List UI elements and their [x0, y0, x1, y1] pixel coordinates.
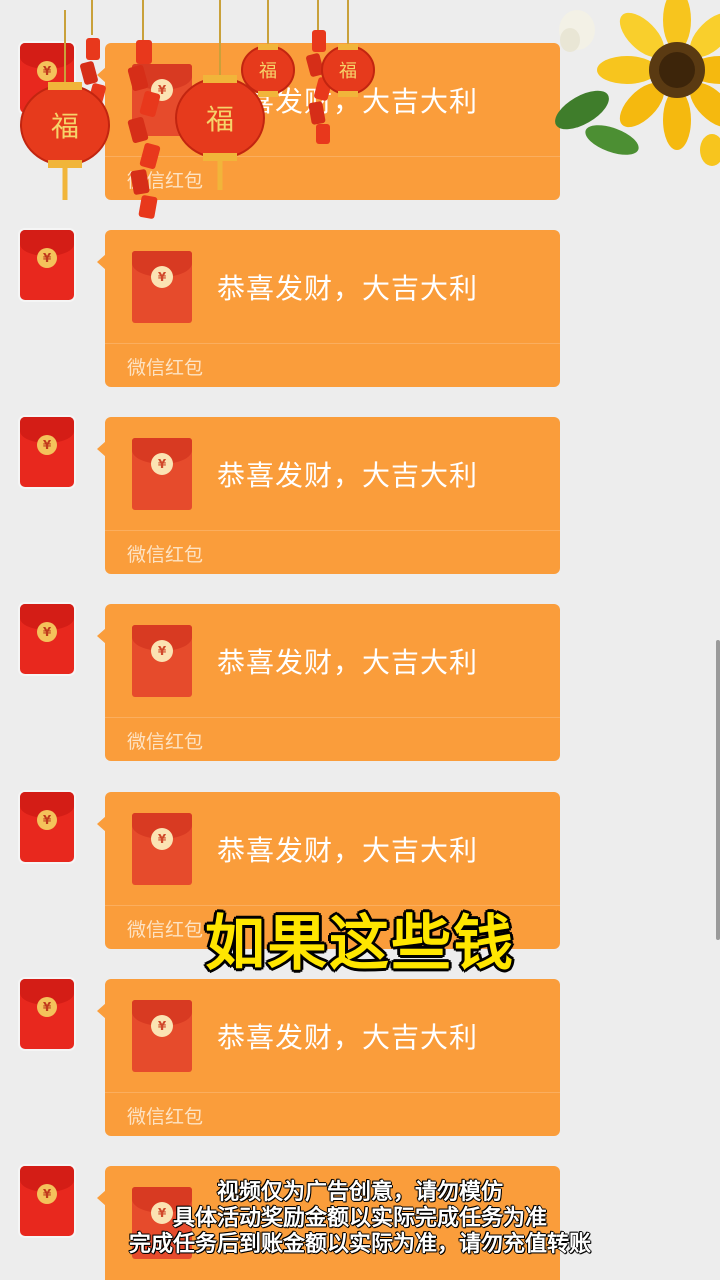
red-packet-bubble[interactable]: ¥ 恭喜发财，大吉大利 微信红包 [97, 979, 560, 1136]
red-packet-greeting: 恭喜发财，大吉大利 [217, 1021, 479, 1054]
coin-icon: ¥ [37, 810, 57, 830]
divider [105, 1092, 560, 1093]
firecracker-icon [127, 40, 161, 219]
disclaimer-line: 完成任务后到账金额以实际为准，请勿充值转账 [128, 1232, 591, 1257]
coin-icon: ¥ [151, 453, 173, 475]
red-packet-label: 微信红包 [127, 731, 204, 753]
chat-message: ¥ ¥ 恭喜发财，大吉大利 微信红包 [0, 979, 720, 1139]
red-envelope-avatar[interactable]: ¥ [20, 417, 74, 487]
coin-icon: ¥ [151, 1015, 173, 1037]
red-packet-greeting: 恭喜发财，大吉大利 [217, 834, 479, 867]
red-envelope-avatar[interactable]: ¥ [20, 792, 74, 862]
red-envelope-icon: ¥ [132, 625, 192, 697]
divider [105, 530, 560, 531]
red-packet-bubble[interactable]: ¥ 恭喜发财，大吉大利 微信红包 [97, 604, 560, 761]
red-packet-greeting: 恭喜发财，大吉大利 [217, 646, 479, 679]
sunflower-decoration [555, 0, 720, 166]
red-packet-bubble[interactable]: ¥ 恭喜发财，大吉大利 微信红包 [97, 230, 560, 387]
coin-icon: ¥ [37, 435, 57, 455]
red-envelope-avatar[interactable]: ¥ [20, 604, 74, 674]
lantern-character: 福 [339, 61, 357, 82]
chat-message: ¥ ¥ 恭喜发财，大吉大利 微信红包 [0, 230, 720, 390]
video-caption: 如果这些钱 [205, 909, 515, 979]
red-packet-bubble[interactable]: ¥ 恭喜发财，大吉大利 微信红包 [97, 417, 560, 574]
chat-message: ¥ ¥ 恭喜发财，大吉大利 微信红包 [0, 604, 720, 764]
red-packet-label: 微信红包 [127, 544, 204, 566]
red-envelope-avatar[interactable]: ¥ [20, 230, 74, 300]
coin-icon: ¥ [151, 640, 173, 662]
lantern-character: 福 [51, 110, 79, 143]
chat-message: ¥ ¥ 恭喜发财，大吉大利 微信红包 [0, 417, 720, 577]
red-packet-label: 微信红包 [127, 357, 204, 379]
divider [105, 343, 560, 344]
disclaimer-line: 视频仅为广告创意，请勿模仿 [216, 1180, 503, 1205]
ad-disclaimer: 视频仅为广告创意，请勿模仿 具体活动奖励金额以实际完成任务为准 完成任务后到账金… [0, 1180, 720, 1258]
lantern-character: 福 [259, 61, 277, 82]
red-envelope-icon: ¥ [132, 438, 192, 510]
coin-icon: ¥ [37, 997, 57, 1017]
coin-icon: ¥ [37, 248, 57, 268]
coin-icon: ¥ [151, 828, 173, 850]
disclaimer-line: 具体活动奖励金额以实际完成任务为准 [172, 1206, 547, 1231]
red-envelope-icon: ¥ [132, 1000, 192, 1072]
coin-icon: ¥ [151, 266, 173, 288]
divider [105, 717, 560, 718]
lantern-decoration: 福 福 福 福 [20, 0, 375, 219]
red-packet-greeting: 恭喜发财，大吉大利 [217, 272, 479, 305]
coin-icon: ¥ [37, 622, 57, 642]
red-packet-greeting: 恭喜发财，大吉大利 [217, 459, 479, 492]
red-envelope-avatar[interactable]: ¥ [20, 979, 74, 1049]
red-packet-label: 微信红包 [127, 1106, 204, 1128]
lantern-icon: 福 [20, 82, 110, 200]
sunflower-icon [597, 0, 720, 150]
red-envelope-icon: ¥ [132, 813, 192, 885]
lantern-character: 福 [206, 103, 234, 136]
red-envelope-icon: ¥ [132, 251, 192, 323]
lantern-icon: 福 [175, 75, 265, 190]
